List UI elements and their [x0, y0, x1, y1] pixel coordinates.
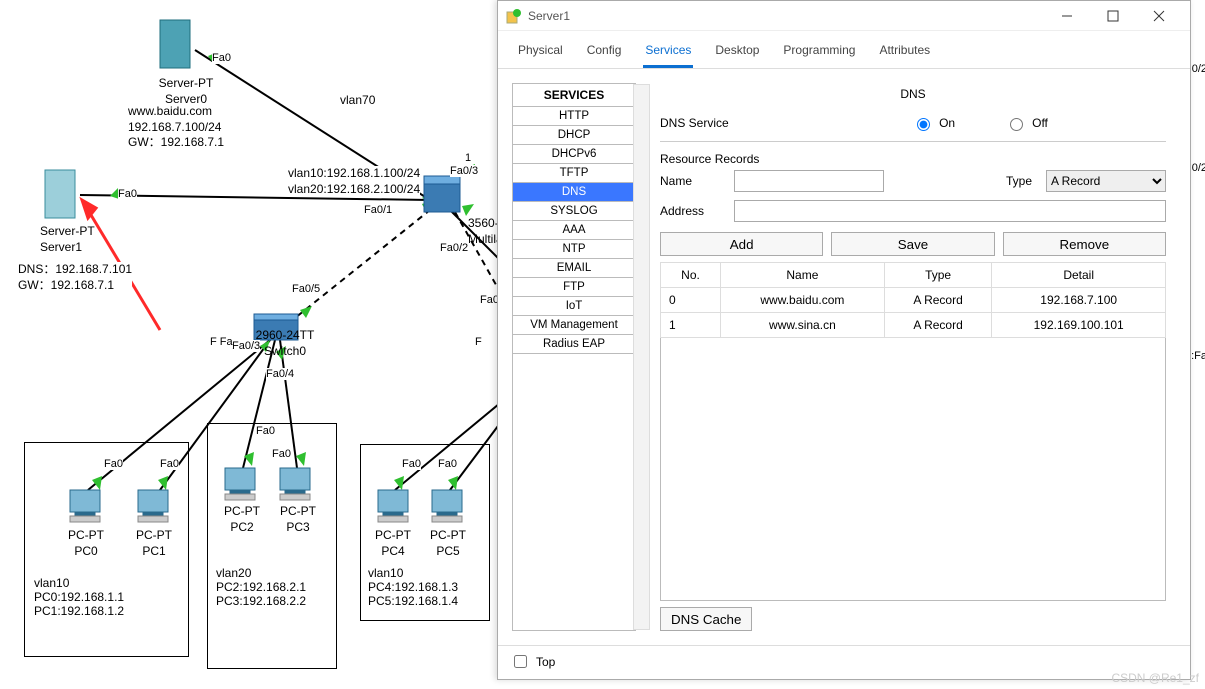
pc0-label: PC-PTPC0 — [66, 528, 106, 559]
if-fa01: Fa0/1 — [364, 204, 392, 216]
if-fa03: Fa0/3 — [450, 165, 478, 177]
services-sidebar: SERVICES HTTP DHCP DHCPv6 TFTP DNS SYSLO… — [512, 83, 636, 631]
col-name: Name — [721, 263, 885, 288]
sidebar-item-iot[interactable]: IoT — [513, 297, 635, 316]
maximize-button[interactable] — [1090, 1, 1136, 31]
if-fa05: Fa0/5 — [292, 283, 320, 295]
if-pc3: Fa0 — [272, 448, 291, 460]
tab-attributes[interactable]: Attributes — [877, 39, 932, 68]
dns-cache-button[interactable]: DNS Cache — [660, 607, 752, 631]
server1-window: Server1 Physical Config Services Desktop… — [497, 0, 1191, 680]
sidebar-header: SERVICES — [513, 84, 635, 107]
sidebar-item-ntp[interactable]: NTP — [513, 240, 635, 259]
top-checkbox[interactable] — [514, 655, 527, 668]
save-button[interactable]: Save — [831, 232, 994, 256]
sidebar-item-aaa[interactable]: AAA — [513, 221, 635, 240]
pc1-label: PC-PTPC1 — [134, 528, 174, 559]
sidebar-item-dns[interactable]: DNS — [513, 183, 635, 202]
if-fa03b: Fa0/3 — [232, 340, 260, 352]
sidebar-item-dhcp[interactable]: DHCP — [513, 126, 635, 145]
titlebar[interactable]: Server1 — [498, 1, 1190, 31]
if-fa0-s0: Fa0 — [212, 52, 231, 64]
grp1-text: vlan20PC2:192.168.2.1PC3:192.168.2.2 — [216, 566, 306, 608]
name-label: Name — [660, 174, 720, 188]
tab-config[interactable]: Config — [585, 39, 624, 68]
close-button[interactable] — [1136, 1, 1182, 31]
if-fa02: Fa0/2 — [440, 242, 468, 254]
pc3-label: PC-PTPC3 — [278, 504, 318, 535]
table-row[interactable]: 1www.sina.cnA Record192.169.100.101 — [661, 313, 1166, 338]
tab-desktop[interactable]: Desktop — [713, 39, 761, 68]
tab-physical[interactable]: Physical — [516, 39, 565, 68]
if-one: 1 — [465, 152, 471, 164]
dns-title: DNS — [660, 83, 1166, 111]
type-select[interactable]: A Record — [1046, 170, 1166, 192]
server1-info: DNS：192.168.7.101GW：192.168.7.1 — [18, 262, 132, 293]
dns-off-radio[interactable]: Off — [1005, 115, 1048, 131]
server0-info: www.baidu.com192.168.7.100/24GW：192.168.… — [128, 104, 224, 151]
pc5-label: PC-PTPC5 — [428, 528, 468, 559]
col-type: Type — [884, 263, 992, 288]
dns-on-radio[interactable]: On — [912, 115, 955, 131]
if-pc5: Fa0 — [438, 458, 457, 470]
vlan70-label: vlan70 — [340, 93, 375, 109]
remove-button[interactable]: Remove — [1003, 232, 1166, 256]
server0-label: Server-PTServer0 — [156, 76, 216, 107]
window-title: Server1 — [528, 9, 570, 23]
address-label: Address — [660, 204, 720, 218]
server1-label: Server-PTServer1 — [40, 224, 100, 255]
pc4-label: PC-PTPC4 — [373, 528, 413, 559]
if-ffa: F Fa — [210, 336, 233, 348]
type-label: Type — [1006, 174, 1032, 188]
add-button[interactable]: Add — [660, 232, 823, 256]
top-label: Top — [536, 655, 555, 669]
sidebar-item-http[interactable]: HTTP — [513, 107, 635, 126]
if-pc4: Fa0 — [402, 458, 421, 470]
if-fa0-s1: Fa0 — [118, 188, 137, 200]
sidebar-item-radius[interactable]: Radius EAP — [513, 335, 635, 354]
name-input[interactable] — [734, 170, 884, 192]
dns-service-label: DNS Service — [660, 116, 780, 130]
mls-vlan: vlan10:192.168.1.100/24vlan20:192.168.2.… — [288, 166, 420, 197]
dns-panel: DNS DNS Service On Off Resource Records … — [650, 83, 1176, 631]
sidebar-item-syslog[interactable]: SYSLOG — [513, 202, 635, 221]
sidebar-item-vm[interactable]: VM Management — [513, 316, 635, 335]
if-fa04: Fa0/4 — [266, 368, 294, 380]
watermark: CSDN @Re1_zf — [1111, 671, 1199, 685]
if-pc0: Fa0 — [104, 458, 123, 470]
sidebar-item-email[interactable]: EMAIL — [513, 259, 635, 278]
minimize-button[interactable] — [1044, 1, 1090, 31]
grp0-text: vlan10PC0:192.168.1.1PC1:192.168.1.2 — [34, 576, 124, 618]
rr-label: Resource Records — [660, 152, 1166, 166]
window-footer: Top — [498, 645, 1190, 679]
table-row[interactable]: 0www.baidu.comA Record192.168.7.100 — [661, 288, 1166, 313]
divider — [660, 141, 1166, 142]
col-detail: Detail — [992, 263, 1166, 288]
col-no: No. — [661, 263, 721, 288]
switch-label: 2960-24TTSwitch0 — [255, 328, 315, 359]
if-f: F — [475, 336, 482, 348]
tab-services[interactable]: Services — [643, 39, 693, 68]
tab-programming[interactable]: Programming — [781, 39, 857, 68]
sidebar-item-tftp[interactable]: TFTP — [513, 164, 635, 183]
sidebar-item-ftp[interactable]: FTP — [513, 278, 635, 297]
sidebar-item-dhcpv6[interactable]: DHCPv6 — [513, 145, 635, 164]
grp2-text: vlan10PC4:192.168.1.3PC5:192.168.1.4 — [368, 566, 458, 608]
if-pc2: Fa0 — [256, 425, 275, 437]
tab-bar: Physical Config Services Desktop Program… — [498, 31, 1190, 69]
address-input[interactable] — [734, 200, 1166, 222]
records-table[interactable]: No. Name Type Detail 0www.baidu.comA Rec… — [660, 262, 1166, 338]
window-icon — [506, 8, 522, 24]
table-empty-area — [660, 338, 1166, 601]
if-pc1: Fa0 — [160, 458, 179, 470]
pc2-label: PC-PTPC2 — [222, 504, 262, 535]
